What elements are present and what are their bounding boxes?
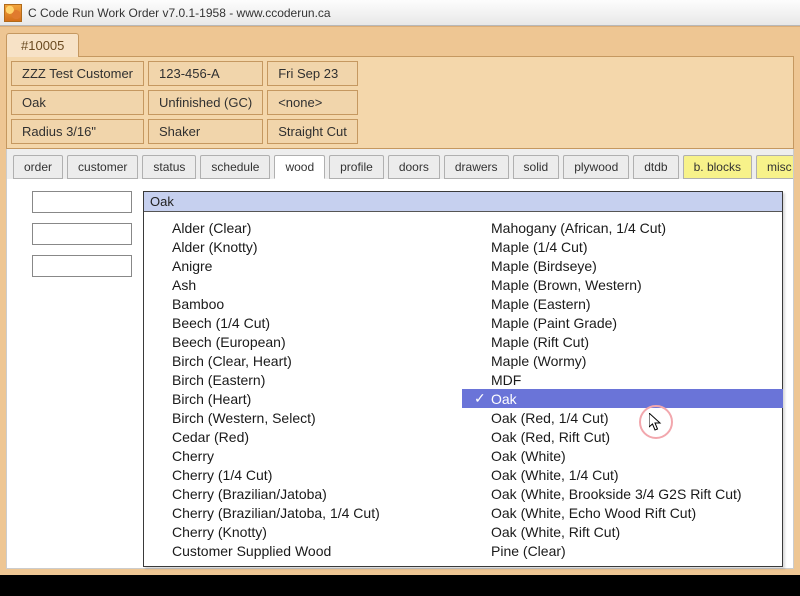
tab-b-blocks[interactable]: b. blocks: [683, 155, 752, 179]
dropdown-item[interactable]: Oak (Red, Rift Cut): [463, 427, 782, 446]
summary-panel: ZZZ Test Customer Oak Radius 3/16" 123-4…: [6, 56, 794, 149]
dropdown-item[interactable]: Maple (Birdseye): [463, 256, 782, 275]
dropdown-item[interactable]: Cherry (Brazilian/Jatoba, 1/4 Cut): [144, 503, 463, 522]
summary-finish[interactable]: Unfinished (GC): [148, 90, 263, 115]
app-icon: [4, 4, 22, 22]
dropdown-item[interactable]: Cherry (Brazilian/Jatoba): [144, 484, 463, 503]
tab-order[interactable]: order: [13, 155, 63, 179]
tab-customer[interactable]: customer: [67, 155, 138, 179]
dropdown-item[interactable]: Maple (Rift Cut): [463, 332, 782, 351]
tab-profile[interactable]: profile: [329, 155, 384, 179]
input-2[interactable]: [32, 223, 132, 245]
summary-none[interactable]: <none>: [267, 90, 358, 115]
summary-wood[interactable]: Oak: [11, 90, 144, 115]
dropdown-item[interactable]: Birch (Clear, Heart): [144, 351, 463, 370]
tab-row: ordercustomerstatusschedulewoodprofiledo…: [6, 149, 794, 179]
dropdown-header: Oak: [144, 192, 782, 212]
dropdown-item[interactable]: Maple (Eastern): [463, 294, 782, 313]
dropdown-item[interactable]: Oak (White, 1/4 Cut): [463, 465, 782, 484]
dropdown-item[interactable]: Cherry: [144, 446, 463, 465]
dropdown-item[interactable]: Bamboo: [144, 294, 463, 313]
dropdown-item[interactable]: Maple (1/4 Cut): [463, 237, 782, 256]
tab-doors[interactable]: doors: [388, 155, 440, 179]
dropdown-item[interactable]: Maple (Wormy): [463, 351, 782, 370]
tab-wood[interactable]: wood: [274, 155, 325, 179]
dropdown-item[interactable]: Oak (White, Rift Cut): [463, 522, 782, 541]
summary-date[interactable]: Fri Sep 23: [267, 61, 358, 86]
titlebar-text: C Code Run Work Order v7.0.1-1958 - www.…: [28, 6, 331, 20]
titlebar: C Code Run Work Order v7.0.1-1958 - www.…: [0, 0, 800, 26]
dropdown-col-left: Alder (Clear)Alder (Knotty)AnigreAshBamb…: [144, 212, 463, 566]
dropdown-item[interactable]: Cherry (1/4 Cut): [144, 465, 463, 484]
dropdown-item[interactable]: Oak (White, Brookside 3/4 G2S Rift Cut): [463, 484, 782, 503]
dropdown-item[interactable]: Maple (Paint Grade): [463, 313, 782, 332]
summary-cut[interactable]: Straight Cut: [267, 119, 358, 144]
dropdown-item[interactable]: Cherry (Knotty): [144, 522, 463, 541]
dropdown-item[interactable]: Birch (Eastern): [144, 370, 463, 389]
document-tab-label: #10005: [21, 38, 64, 53]
dropdown-item[interactable]: Alder (Clear): [144, 218, 463, 237]
dropdown-item[interactable]: Customer Supplied Wood: [144, 541, 463, 560]
tab-misc[interactable]: misc: [756, 155, 794, 179]
dropdown-item[interactable]: Ash: [144, 275, 463, 294]
dropdown-col-right: Mahogany (African, 1/4 Cut)Maple (1/4 Cu…: [463, 212, 782, 566]
document-tab[interactable]: #10005: [6, 33, 79, 57]
dropdown-item[interactable]: Birch (Western, Select): [144, 408, 463, 427]
dropdown-item[interactable]: Birch (Heart): [144, 389, 463, 408]
dropdown-item[interactable]: Oak: [462, 389, 783, 408]
summary-ref[interactable]: 123-456-A: [148, 61, 263, 86]
dropdown-item[interactable]: Alder (Knotty): [144, 237, 463, 256]
dropdown-item[interactable]: MDF: [463, 370, 782, 389]
tab-status[interactable]: status: [142, 155, 196, 179]
tab-drawers[interactable]: drawers: [444, 155, 509, 179]
dropdown-item[interactable]: Cedar (Red): [144, 427, 463, 446]
dropdown-item[interactable]: Beech (European): [144, 332, 463, 351]
tab-plywood[interactable]: plywood: [563, 155, 629, 179]
dropdown-item[interactable]: Oak (White, Echo Wood Rift Cut): [463, 503, 782, 522]
tab-solid[interactable]: solid: [513, 155, 560, 179]
summary-radius[interactable]: Radius 3/16": [11, 119, 144, 144]
wood-dropdown[interactable]: Oak Alder (Clear)Alder (Knotty)AnigreAsh…: [143, 191, 783, 567]
dropdown-item[interactable]: Beech (1/4 Cut): [144, 313, 463, 332]
tab-content-wood: Oak Alder (Clear)Alder (Knotty)AnigreAsh…: [6, 179, 794, 569]
summary-style[interactable]: Shaker: [148, 119, 263, 144]
tab-dtdb[interactable]: dtdb: [633, 155, 678, 179]
summary-customer[interactable]: ZZZ Test Customer: [11, 61, 144, 86]
dropdown-item[interactable]: Oak (White): [463, 446, 782, 465]
input-1[interactable]: [32, 191, 132, 213]
dropdown-item[interactable]: Mahogany (African, 1/4 Cut): [463, 218, 782, 237]
dropdown-item[interactable]: Anigre: [144, 256, 463, 275]
dropdown-item[interactable]: Maple (Brown, Western): [463, 275, 782, 294]
input-3[interactable]: [32, 255, 132, 277]
tab-schedule[interactable]: schedule: [200, 155, 270, 179]
dropdown-item[interactable]: Pine (Clear): [463, 541, 782, 560]
side-inputs: [32, 191, 132, 277]
dropdown-item[interactable]: Oak (Red, 1/4 Cut): [463, 408, 782, 427]
